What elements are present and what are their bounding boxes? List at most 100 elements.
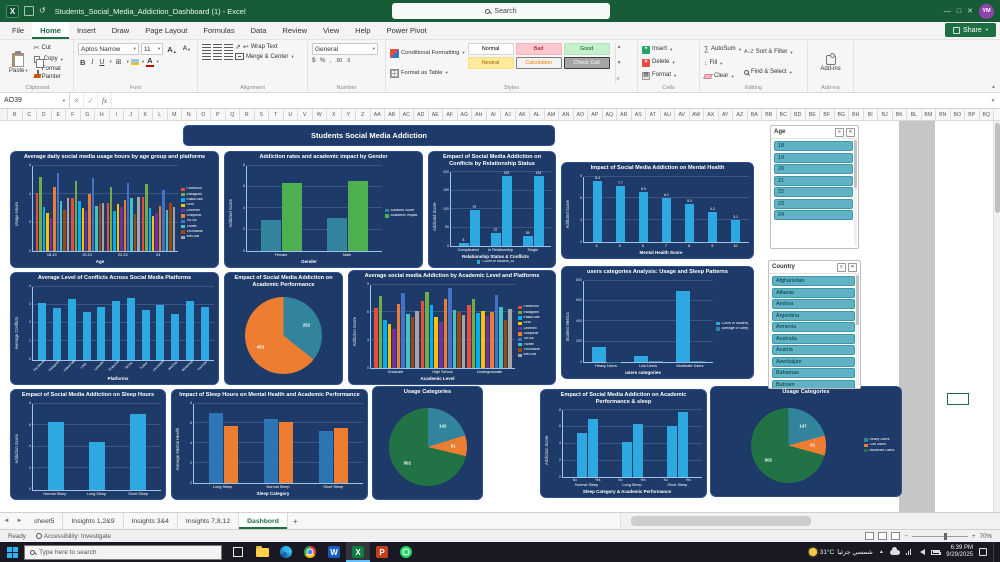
zoom-in-icon[interactable]: + <box>972 533 976 540</box>
column-header-bf[interactable]: BF <box>820 109 835 120</box>
column-header-as[interactable]: AS <box>632 109 647 120</box>
insert-function-icon[interactable]: fx <box>98 93 112 108</box>
slicer-item-19[interactable]: 19 <box>774 153 853 163</box>
column-header-ag[interactable]: AG <box>458 109 473 120</box>
align-bottom-icon[interactable] <box>224 44 233 51</box>
column-header-u[interactable]: U <box>284 109 299 120</box>
column-header-at[interactable]: AT <box>646 109 661 120</box>
column-header-bn[interactable]: BN <box>936 109 951 120</box>
sheet-tab-insights-3-4[interactable]: Insights 3&4 <box>124 513 178 529</box>
column-header-av[interactable]: AV <box>675 109 690 120</box>
slicer-item-21[interactable]: 21 <box>774 176 853 186</box>
chart-panel-p10[interactable]: Impact of Sleep Hours on Mental Health a… <box>171 389 368 500</box>
slicer-item-bahamas[interactable]: Bahamas <box>772 368 855 378</box>
column-header-am[interactable]: AM <box>545 109 560 120</box>
font-name-select[interactable]: Aptos Narrow▾ <box>78 43 139 55</box>
titlebar-search[interactable]: Search <box>392 3 610 19</box>
chart-panel-p6[interactable]: Empact of Social Media Addiction on Acad… <box>224 272 343 385</box>
autosum-button[interactable]: ∑AutoSum▾ <box>704 45 741 54</box>
zoom-slider[interactable] <box>912 536 968 537</box>
cell-style-calculation[interactable]: Calculation <box>516 57 562 69</box>
copy-button[interactable]: Copy▾ <box>34 56 69 64</box>
save-icon[interactable] <box>24 6 34 16</box>
gallery-up-icon[interactable]: ▲ <box>617 44 622 50</box>
edge-taskbar-button[interactable] <box>274 542 298 562</box>
cell-style-bad[interactable]: Bad <box>516 43 562 55</box>
column-header-j[interactable]: J <box>124 109 139 120</box>
insert-cells-button[interactable]: +Insert▾ <box>642 46 695 54</box>
conditional-formatting-button[interactable]: Conditional Formatting▾ <box>390 47 465 60</box>
column-header-al[interactable]: AL <box>530 109 545 120</box>
column-header-ab[interactable]: AB <box>385 109 400 120</box>
clear-button[interactable]: Clear▾ <box>704 73 741 81</box>
file-explorer-taskbar-button[interactable] <box>250 542 274 562</box>
column-header-l[interactable]: L <box>153 109 168 120</box>
volume-icon[interactable] <box>917 549 925 555</box>
column-header-v[interactable]: V <box>298 109 313 120</box>
column-header-ar[interactable]: AR <box>617 109 632 120</box>
column-header-bm[interactable]: BM <box>922 109 937 120</box>
shrink-font-icon[interactable]: A▼ <box>181 46 193 52</box>
column-header-af[interactable]: AF <box>443 109 458 120</box>
column-header-aq[interactable]: AQ <box>603 109 618 120</box>
network-icon[interactable] <box>906 549 912 555</box>
column-header-an[interactable]: AN <box>559 109 574 120</box>
fill-color-icon[interactable] <box>131 59 139 65</box>
column-header-o[interactable]: O <box>197 109 212 120</box>
borders-icon[interactable]: ⊞ <box>114 58 124 66</box>
ribbon-tab-data[interactable]: Data <box>243 22 275 39</box>
align-top-icon[interactable] <box>202 44 211 51</box>
align-middle-icon[interactable] <box>213 44 222 51</box>
column-header-ap[interactable]: AP <box>588 109 603 120</box>
user-avatar[interactable]: YM <box>979 4 994 19</box>
formula-bar-expand-icon[interactable]: ▼ <box>986 93 1000 108</box>
comma-format-icon[interactable]: , <box>329 57 331 64</box>
start-button[interactable] <box>0 542 24 562</box>
notification-center-icon[interactable] <box>979 548 987 556</box>
undo-icon[interactable]: ↺ <box>39 7 46 15</box>
column-header-be[interactable]: BE <box>806 109 821 120</box>
column-header-ao[interactable]: AO <box>574 109 589 120</box>
column-header-x[interactable]: X <box>327 109 342 120</box>
page-break-view-icon[interactable] <box>891 532 900 540</box>
chart-panel-p3[interactable]: Empact of Social Media Addiction on Conf… <box>428 151 556 268</box>
show-desktop-button[interactable] <box>993 542 996 562</box>
chart-panel-p4[interactable]: Impact of Social Media Addiction on Ment… <box>561 162 754 259</box>
clear-filter-icon[interactable]: ✕ <box>846 128 855 137</box>
cell-style-check-cell[interactable]: Check Cell <box>564 57 610 69</box>
chart-panel-p12[interactable]: Empact of Social Media Addiction on Acad… <box>540 389 707 498</box>
powerpoint-taskbar-button[interactable] <box>370 542 394 562</box>
column-header-au[interactable]: AU <box>661 109 676 120</box>
column-header-i[interactable]: I <box>110 109 125 120</box>
column-header-g[interactable]: G <box>81 109 96 120</box>
column-header-aa[interactable]: AA <box>371 109 386 120</box>
enter-icon[interactable]: ✓ <box>84 93 98 108</box>
gallery-scroll[interactable]: ▲▼≡ <box>615 43 623 83</box>
column-header-w[interactable]: W <box>313 109 328 120</box>
chart-panel-p5[interactable]: Average Level of Conflicts Across Social… <box>10 272 219 385</box>
slicer-item-australia[interactable]: Australia <box>772 334 855 344</box>
column-header-aw[interactable]: AW <box>690 109 705 120</box>
sheet-tab-dashbord[interactable]: Dashbord <box>239 513 288 529</box>
ribbon-tab-formulas[interactable]: Formulas <box>195 22 242 39</box>
delete-cells-button[interactable]: ×Delete▾ <box>642 59 695 67</box>
column-header-bh[interactable]: BH <box>849 109 864 120</box>
multiselect-icon[interactable]: ≡ <box>835 128 844 137</box>
column-header-d[interactable]: D <box>37 109 52 120</box>
tray-expand-icon[interactable]: ▲ <box>879 549 884 555</box>
new-sheet-button[interactable]: + <box>288 513 303 529</box>
cell-style-normal[interactable]: Normal <box>468 43 514 55</box>
horizontal-scrollbar[interactable] <box>620 513 1000 529</box>
sheet-nav-right-icon[interactable]: ► <box>13 513 26 529</box>
decrease-decimal-icon[interactable]: .0 <box>346 58 350 64</box>
active-cell[interactable] <box>947 393 969 405</box>
slicer-item-18[interactable]: 18 <box>774 141 853 151</box>
name-box[interactable]: AO39▾ <box>0 93 70 108</box>
format-as-table-button[interactable]: Format as Table▾ <box>390 67 465 80</box>
column-header-e[interactable]: E <box>52 109 67 120</box>
column-header-s[interactable]: S <box>255 109 270 120</box>
zoom-level[interactable]: 70% <box>980 533 992 540</box>
cell-style-good[interactable]: Good <box>564 43 610 55</box>
slicer-item-albania[interactable]: Albania <box>772 288 855 298</box>
sheet-tab-sheet5[interactable]: sheet5 <box>26 513 63 529</box>
